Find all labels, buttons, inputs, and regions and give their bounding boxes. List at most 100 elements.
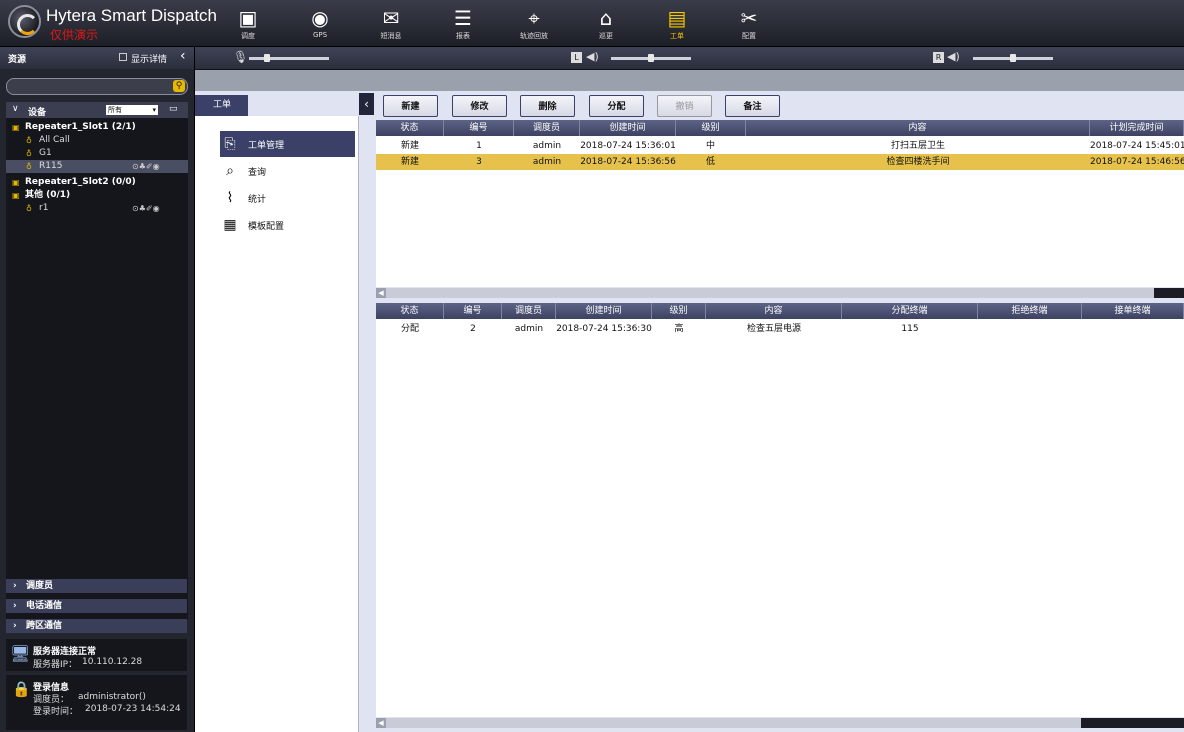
show-detail-label: 显示详情	[131, 55, 168, 65]
nav-item-3[interactable]: ☰ 报表	[439, 6, 487, 44]
column-header[interactable]: 内容	[746, 120, 1090, 136]
resource-search-input[interactable]: ⚲	[6, 78, 188, 95]
column-header[interactable]: 级别	[676, 120, 746, 136]
column-header[interactable]: 创建时间	[556, 303, 652, 319]
collapse-sidebar-icon[interactable]: ‹	[180, 48, 186, 64]
left-volume-knob[interactable]	[648, 54, 654, 62]
column-header[interactable]: 分配终端	[842, 303, 978, 319]
table-cell: 2018-07-24 15:36:01	[580, 141, 676, 151]
search-icon[interactable]: ⚲	[173, 80, 185, 92]
column-header[interactable]: 调度员	[502, 303, 556, 319]
scroll-thumb[interactable]	[1154, 288, 1184, 298]
toolbar-button-2[interactable]: 删除	[520, 95, 575, 117]
device-filter-select[interactable]: 所有 ▾	[106, 105, 158, 115]
assignment-table: 状态 编号 调度员 创建时间 级别 内容 分配终端 拒绝终端 接单终端 分配 2 admin 2018…	[376, 303, 1184, 717]
table-cell: 低	[706, 157, 716, 167]
menu-item-2[interactable]: ⌇ 统计	[220, 185, 355, 211]
right-volume-knob[interactable]	[1010, 54, 1016, 62]
column-header[interactable]: 内容	[706, 303, 842, 319]
tree-item[interactable]: ▣ 其他 (0/1)	[6, 189, 188, 202]
chevron-right-icon: ›	[13, 601, 17, 611]
menu-item-label: 模板配置	[248, 222, 285, 232]
table-row[interactable]: 新建 1 admin 2018-07-24 15:36:01 中 打扫五层卫生 2018-0…	[376, 138, 1184, 154]
chevron-down-icon[interactable]: ∨	[12, 104, 19, 114]
menu-item-1[interactable]: ⌕ 查询	[220, 158, 355, 184]
collapse-menu-icon[interactable]: ‹	[359, 93, 374, 115]
dispatch-icon: ▣	[238, 6, 258, 30]
scroll-left-icon[interactable]: ◀	[376, 718, 386, 728]
mic-volume-slider[interactable]	[249, 57, 329, 60]
column-header[interactable]: 创建时间	[580, 120, 676, 136]
globe-icon: ◉	[311, 6, 329, 30]
accordion-2[interactable]: › 跨区通信	[6, 619, 187, 633]
workorder-table-scrollbar[interactable]: ◀	[376, 288, 1184, 298]
column-header[interactable]: 调度员	[514, 120, 580, 136]
scroll-left-icon[interactable]: ◀	[376, 288, 386, 298]
mic-volume-knob[interactable]	[264, 54, 270, 62]
toolbar-button-5[interactable]: 备注	[725, 95, 780, 117]
menu-item-3[interactable]: ▦ 模板配置	[220, 212, 355, 238]
workorder-table: 状态 编号 调度员 创建时间 级别 内容 计划完成时间 新建 1 admin 2018-07-24…	[376, 120, 1184, 287]
report-icon: ☰	[454, 6, 472, 30]
menu-item-0[interactable]: ⎘ 工单管理	[220, 131, 355, 157]
column-header[interactable]: 状态	[376, 303, 444, 319]
nav-item-7[interactable]: ✂ 配置	[725, 6, 773, 44]
nav-item-4[interactable]: ⌖ 轨迹回放	[510, 6, 558, 44]
status-icons: ⊙♣✐◉	[132, 162, 160, 171]
table-row[interactable]: 分配 2 admin 2018-07-24 15:36:30 高 检查五层电源 115	[376, 321, 1184, 337]
speaker-right-icon[interactable]: ◀)	[947, 50, 960, 63]
column-header[interactable]: 接单终端	[1082, 303, 1184, 319]
tree-item[interactable]: ♁ G1	[6, 147, 188, 160]
track-icon: ⌖	[528, 6, 540, 30]
workorder-icon: ▤	[667, 6, 687, 30]
tree-item-label: r1	[39, 203, 49, 213]
table-cell: 打扫五层卫生	[890, 141, 945, 151]
assignment-table-scrollbar[interactable]: ◀	[376, 718, 1184, 728]
workorder-tab[interactable]: 工单	[195, 95, 248, 116]
accordion-1[interactable]: › 电话通信	[6, 599, 187, 613]
nav-item-6[interactable]: ▤ 工单	[653, 6, 701, 44]
column-header[interactable]: 拒绝终端	[978, 303, 1082, 319]
toolbar-button-3[interactable]: 分配	[589, 95, 644, 117]
table-row[interactable]: 新建 3 admin 2018-07-24 15:36:56 低 检查四楼洗手间 2018-…	[376, 154, 1184, 170]
radio-icon: ♁	[26, 162, 32, 171]
workorder-manage-icon: ⎘	[224, 136, 236, 152]
tree-item[interactable]: ♁ r1 ⊙♣✐◉	[6, 202, 188, 215]
lock-icon: 🔒	[12, 680, 31, 698]
tree-item[interactable]: ♁ R115 ⊙♣✐◉	[6, 160, 188, 173]
nav-item-0[interactable]: ▣ 调度	[224, 6, 272, 44]
tree-item[interactable]: ♁ All Call	[6, 134, 188, 147]
more-icon: ▣	[12, 191, 20, 200]
nav-item-1[interactable]: ◉ GPS	[296, 6, 344, 44]
table-cell: 高	[674, 324, 684, 334]
show-detail-checkbox[interactable]	[119, 53, 127, 61]
nav-item-2[interactable]: ✉ 短消息	[367, 6, 415, 44]
nav-item-5[interactable]: ⌂ 巡更	[582, 6, 630, 44]
dropdown-arrow-icon: ▾	[152, 106, 156, 114]
accordion-0[interactable]: › 调度员	[6, 579, 187, 593]
tools-icon: ✂	[740, 6, 758, 30]
top-bar: Hytera Smart Dispatch 仅供演示 ▣ 调度 ◉ GPS ✉ 短消息 ☰ 报…	[0, 0, 1184, 47]
login-info-panel: 🔒 登录信息 调度员： administrator() 登录时间： 2018-0…	[6, 675, 187, 730]
column-header[interactable]: 级别	[652, 303, 706, 319]
device-tree-header[interactable]: ∨ 设备 所有 ▾ ▭	[6, 102, 188, 118]
table-cell: 1	[476, 141, 482, 151]
column-header[interactable]: 状态	[376, 120, 444, 136]
column-header[interactable]: 计划完成时间	[1090, 120, 1184, 136]
menu-item-label: 统计	[248, 195, 267, 205]
column-header[interactable]: 编号	[444, 120, 514, 136]
scroll-thumb[interactable]	[1081, 718, 1184, 728]
toolbar-button-0[interactable]: 新建	[383, 95, 438, 117]
tree-item[interactable]: ▣ Repeater1_Slot2 (0/0)	[6, 176, 188, 189]
monitor-icon[interactable]: ▭	[169, 104, 178, 114]
column-header[interactable]: 编号	[444, 303, 502, 319]
nav-label: 工单	[670, 32, 684, 40]
chevron-right-icon: ›	[13, 621, 17, 631]
query-icon: ⌕	[226, 163, 234, 179]
message-icon: ✉	[382, 6, 400, 30]
nav-label: 配置	[742, 32, 756, 40]
device-filter-value: 所有	[108, 106, 122, 114]
toolbar-button-1[interactable]: 修改	[452, 95, 507, 117]
speaker-left-icon[interactable]: ◀)	[586, 50, 599, 63]
tree-item[interactable]: ▣ Repeater1_Slot1 (2/1)	[6, 121, 188, 134]
